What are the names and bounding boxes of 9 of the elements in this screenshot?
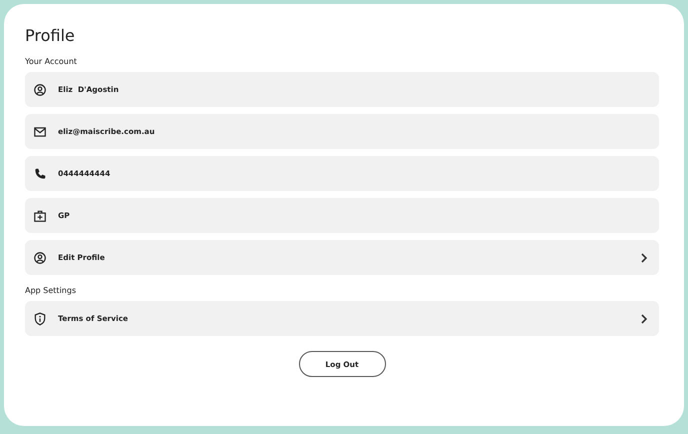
section-label: Your Account <box>25 57 77 66</box>
page-title: Profile <box>25 26 76 45</box>
person-icon <box>33 82 47 96</box>
section-label: App Settings <box>25 286 76 295</box>
medical-kit-icon <box>33 208 47 222</box>
person-icon <box>33 250 47 264</box>
phone-icon <box>33 166 47 180</box>
shield-icon <box>33 312 47 326</box>
mail-icon <box>33 124 47 138</box>
